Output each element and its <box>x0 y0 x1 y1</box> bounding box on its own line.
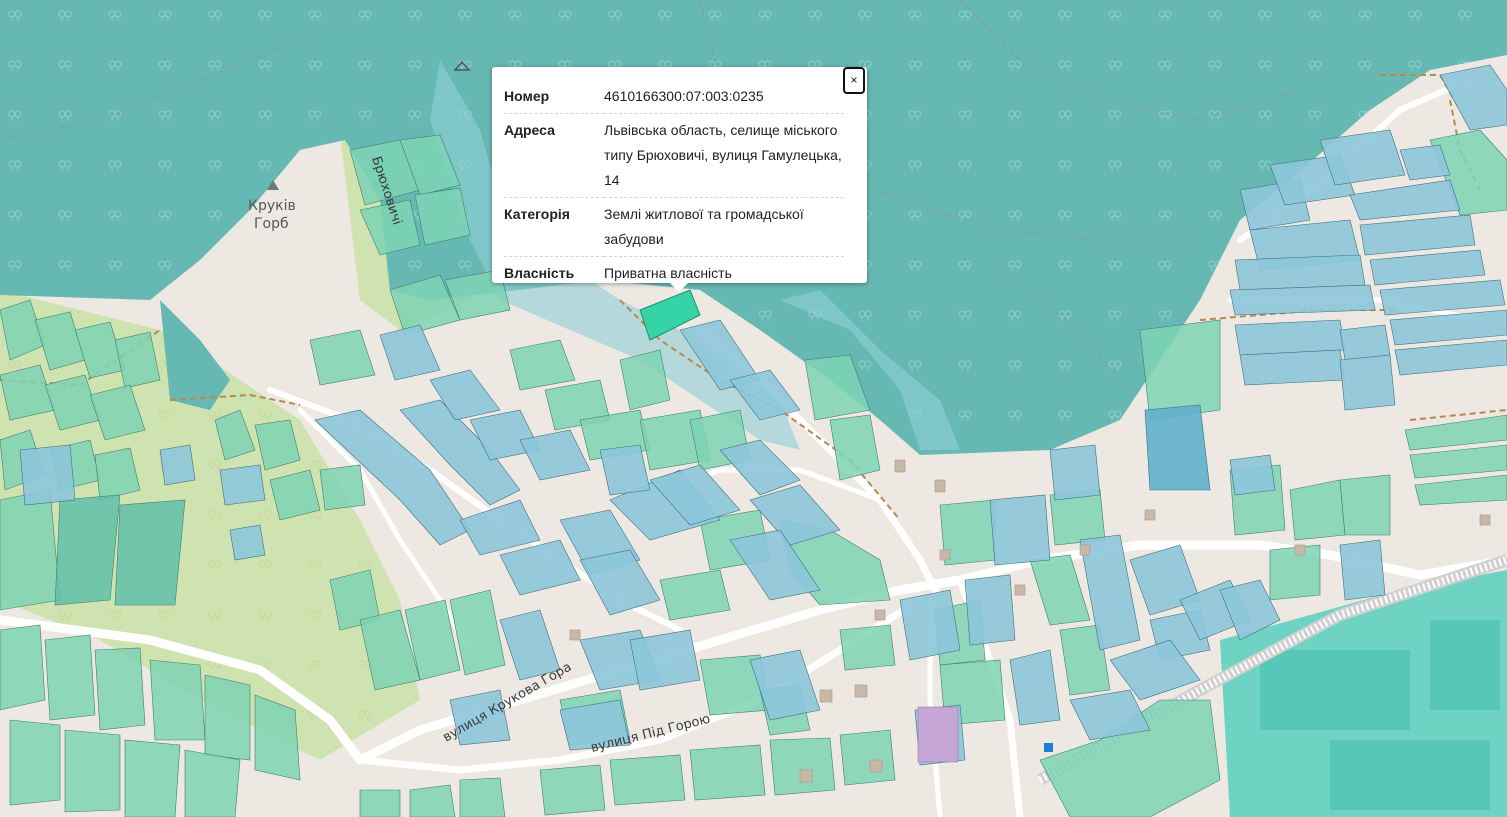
value-category: Землі житлової та громадської забудови <box>604 197 844 257</box>
row-category: Категорія Землі житлової та громадської … <box>504 197 844 257</box>
hill-label-line1: Круків <box>248 198 296 214</box>
popup-close-button[interactable]: × <box>843 67 865 94</box>
value-number: 4610166300:07:003:0235 <box>604 80 844 114</box>
label-ownership: Власність <box>504 265 575 281</box>
row-ownership: Власність Приватна власність <box>504 257 844 291</box>
row-address: Адреса Львівська область, селище міськог… <box>504 113 844 198</box>
row-number: Номер 4610166300:07:003:0235 <box>504 80 844 114</box>
label-number: Номер <box>504 80 604 114</box>
label-address: Адреса <box>504 113 604 198</box>
station-marker <box>1044 743 1053 752</box>
parcel-info-table: Номер 4610166300:07:003:0235 Адреса Льві… <box>504 80 844 290</box>
value-ownership: Приватна власність <box>604 265 732 281</box>
parcel-info-popup: Номер 4610166300:07:003:0235 Адреса Льві… <box>492 67 867 292</box>
value-address: Львівська область, селище міського типу … <box>604 113 844 198</box>
label-category: Категорія <box>504 197 604 257</box>
hill-label-line2: Горб <box>254 216 289 232</box>
